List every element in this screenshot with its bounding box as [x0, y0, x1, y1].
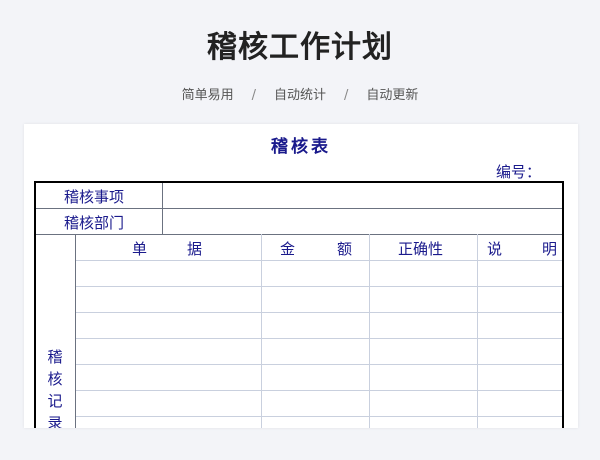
audit-record-char: 录 — [47, 414, 63, 428]
feature-separator: / — [344, 88, 349, 103]
row-divider — [75, 416, 562, 417]
column-header-amount-char: 额 — [336, 240, 352, 258]
feature-separator: / — [251, 88, 256, 103]
audit-record-char: 记 — [47, 392, 63, 410]
row-divider — [75, 286, 562, 287]
serial-number-label: 编号： — [496, 163, 542, 181]
column-header-document: 单 据 — [132, 238, 202, 259]
column-divider — [75, 234, 76, 428]
audit-dept-label: 稽核部门 — [64, 214, 125, 232]
row-divider — [75, 338, 562, 339]
column-divider — [261, 234, 262, 428]
row-divider — [75, 390, 562, 391]
feature-easy: 简单易用 — [181, 88, 234, 103]
column-header-amount: 金 额 — [280, 238, 352, 259]
feature-list: 简单易用 / 自动统计 / 自动更新 — [0, 84, 600, 103]
column-header-correctness: 正确性 — [398, 240, 444, 258]
row-divider — [36, 234, 562, 235]
column-header-note-char: 说 — [487, 240, 503, 258]
row-divider — [75, 260, 562, 261]
form-title: 稽核表 — [271, 137, 331, 157]
column-header-amount-char: 金 — [280, 240, 296, 258]
column-divider — [162, 183, 163, 234]
column-divider — [477, 234, 478, 428]
audit-record-char: 稽 — [47, 348, 63, 366]
row-divider — [75, 364, 562, 365]
column-header-note-char: 明 — [541, 240, 557, 258]
feature-auto-update: 自动更新 — [366, 88, 419, 103]
row-divider — [36, 208, 562, 209]
feature-auto-stats: 自动统计 — [273, 88, 326, 103]
column-header-document-char: 据 — [186, 240, 202, 258]
row-divider — [75, 312, 562, 313]
column-header-document-char: 单 — [132, 240, 148, 258]
audit-item-label: 稽核事项 — [64, 188, 125, 206]
audit-table: 稽核事项 稽核部门 单 据 金 额 正确性 说 明 稽 核 记 录 — [34, 181, 564, 428]
audit-record-char: 核 — [47, 370, 63, 388]
page-title: 稽核工作计划 — [207, 30, 393, 65]
audit-record-label: 稽 核 记 录 — [45, 346, 65, 428]
column-header-note: 说 明 — [487, 238, 557, 259]
audit-form-sheet: 稽核表 编号： 稽核事项 稽核部门 单 据 金 额 正确性 说 明 稽 核 记 … — [24, 124, 578, 428]
column-divider — [369, 234, 370, 428]
